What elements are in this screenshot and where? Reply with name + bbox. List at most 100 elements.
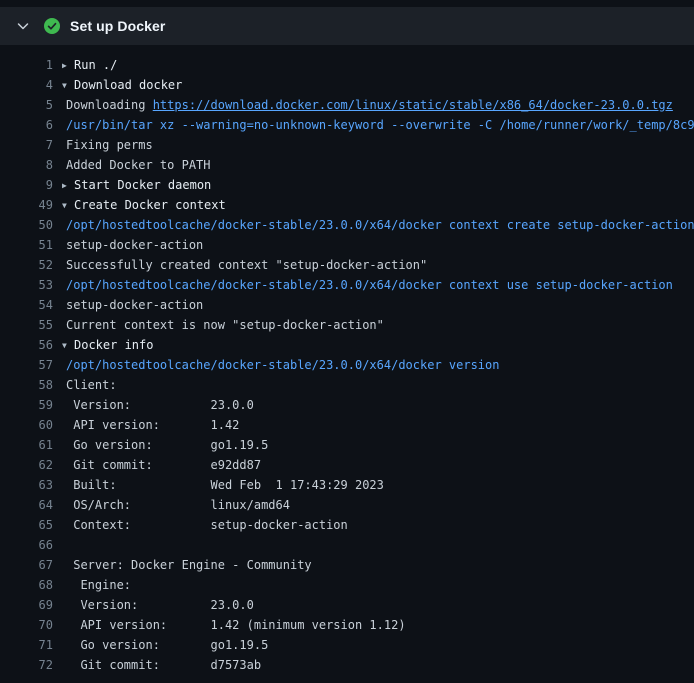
log-line: 52 Successfully created context "setup-do…: [0, 255, 694, 275]
log-line: 66: [0, 535, 694, 555]
line-number[interactable]: 67: [0, 555, 53, 575]
log-command-text: /opt/hostedtoolcache/docker-stable/23.0.…: [66, 215, 694, 235]
log-text: Version: 23.0.0: [66, 595, 254, 615]
log-line: 6/usr/bin/tar xz --warning=no-unknown-ke…: [0, 115, 694, 135]
group-title-text: Start Docker daemon: [74, 178, 211, 192]
log-line: 60 API version: 1.42: [0, 415, 694, 435]
line-number[interactable]: 55: [0, 315, 53, 335]
log-text: Successfully created context "setup-dock…: [66, 255, 427, 275]
log-text: API version: 1.42: [66, 415, 239, 435]
log-line: 63 Built: Wed Feb 1 17:43:29 2023: [0, 475, 694, 495]
step-header[interactable]: Set up Docker: [0, 7, 694, 45]
group-title-text: Docker info: [74, 338, 153, 352]
log-text: Fixing perms: [66, 135, 153, 155]
triangle-down-icon: ▼: [62, 76, 74, 96]
line-number[interactable]: 9: [0, 175, 53, 195]
log-command-text: /usr/bin/tar xz --warning=no-unknown-key…: [66, 115, 694, 135]
chevron-down-icon[interactable]: [12, 15, 34, 37]
line-number[interactable]: 63: [0, 475, 53, 495]
line-number[interactable]: 58: [0, 375, 53, 395]
triangle-down-icon: ▼: [62, 336, 74, 356]
log-line: 57/opt/hostedtoolcache/docker-stable/23.…: [0, 355, 694, 375]
triangle-down-icon: ▼: [62, 196, 74, 216]
log-text: setup-docker-action: [66, 295, 203, 315]
log-text: Go version: go1.19.5: [66, 635, 268, 655]
line-number[interactable]: 69: [0, 595, 53, 615]
line-number[interactable]: 68: [0, 575, 53, 595]
line-number[interactable]: 5: [0, 95, 53, 115]
line-number[interactable]: 51: [0, 235, 53, 255]
line-number[interactable]: 1: [0, 55, 53, 75]
log-group-row[interactable]: 1 ▶Run ./: [0, 55, 694, 75]
log-group-row[interactable]: 49 ▼Create Docker context: [0, 195, 694, 215]
log-line: 5 Downloading https://download.docker.com…: [0, 95, 694, 115]
line-number[interactable]: 62: [0, 455, 53, 475]
log-line: 7 Fixing perms: [0, 135, 694, 155]
group-title: ▶Start Docker daemon: [62, 175, 211, 195]
log-line: 64 OS/Arch: linux/amd64: [0, 495, 694, 515]
log-group-row[interactable]: 4 ▼Download docker: [0, 75, 694, 95]
log-command-text: /opt/hostedtoolcache/docker-stable/23.0.…: [66, 355, 499, 375]
log-line: 68 Engine:: [0, 575, 694, 595]
log-line: 54 setup-docker-action: [0, 295, 694, 315]
log-text: Current context is now "setup-docker-act…: [66, 315, 384, 335]
line-number[interactable]: 52: [0, 255, 53, 275]
log-line: 51 setup-docker-action: [0, 235, 694, 255]
log-text: Engine:: [66, 575, 131, 595]
log-line: 65 Context: setup-docker-action: [0, 515, 694, 535]
line-number[interactable]: 56: [0, 335, 53, 355]
line-number[interactable]: 72: [0, 655, 53, 675]
line-number[interactable]: 66: [0, 535, 53, 555]
group-title-text: Run ./: [74, 58, 117, 72]
log-group-row[interactable]: 9 ▶Start Docker daemon: [0, 175, 694, 195]
log-lines[interactable]: 1▶Run ./4▼Download docker5Downloading ht…: [0, 45, 694, 675]
log-text: Version: 23.0.0: [66, 395, 254, 415]
log-text: Go version: go1.19.5: [66, 435, 268, 455]
line-number[interactable]: 8: [0, 155, 53, 175]
line-number[interactable]: 50: [0, 215, 53, 235]
success-check-icon: [44, 18, 60, 34]
log-line: 72 Git commit: d7573ab: [0, 655, 694, 675]
log-line: 8 Added Docker to PATH: [0, 155, 694, 175]
step-title: Set up Docker: [70, 18, 165, 34]
log-text-segment: Downloading: [66, 98, 153, 112]
line-number[interactable]: 59: [0, 395, 53, 415]
triangle-right-icon: ▶: [62, 176, 74, 196]
log-text: Client:: [66, 375, 117, 395]
group-title-text: Create Docker context: [74, 198, 226, 212]
log-group-row[interactable]: 56 ▼Docker info: [0, 335, 694, 355]
log-text: Git commit: e92dd87: [66, 455, 261, 475]
log-text: Downloading https://download.docker.com/…: [66, 95, 673, 115]
line-number[interactable]: 54: [0, 295, 53, 315]
log-text: Server: Docker Engine - Community: [66, 555, 312, 575]
log-line: 55 Current context is now "setup-docker-a…: [0, 315, 694, 335]
line-number[interactable]: 53: [0, 275, 53, 295]
line-number[interactable]: 65: [0, 515, 53, 535]
line-number[interactable]: 64: [0, 495, 53, 515]
line-number[interactable]: 60: [0, 415, 53, 435]
log-command-text: /opt/hostedtoolcache/docker-stable/23.0.…: [66, 275, 673, 295]
line-number[interactable]: 7: [0, 135, 53, 155]
line-number[interactable]: 61: [0, 435, 53, 455]
log-line: 62 Git commit: e92dd87: [0, 455, 694, 475]
log-text: Git commit: d7573ab: [66, 655, 261, 675]
line-number[interactable]: 49: [0, 195, 53, 215]
line-number[interactable]: 6: [0, 115, 53, 135]
log-url-link[interactable]: https://download.docker.com/linux/static…: [153, 98, 673, 112]
log-line: 58 Client:: [0, 375, 694, 395]
group-title: ▶Run ./: [62, 55, 117, 75]
group-title: ▼Create Docker context: [62, 195, 226, 215]
log-text: setup-docker-action: [66, 235, 203, 255]
log-text: Built: Wed Feb 1 17:43:29 2023: [66, 475, 384, 495]
line-number[interactable]: 71: [0, 635, 53, 655]
group-title: ▼Download docker: [62, 75, 182, 95]
line-number[interactable]: 4: [0, 75, 53, 95]
log-line: 61 Go version: go1.19.5: [0, 435, 694, 455]
line-number[interactable]: 57: [0, 355, 53, 375]
log-line: 53/opt/hostedtoolcache/docker-stable/23.…: [0, 275, 694, 295]
log-line: 69 Version: 23.0.0: [0, 595, 694, 615]
group-title: ▼Docker info: [62, 335, 153, 355]
log-text: Added Docker to PATH: [66, 155, 211, 175]
line-number[interactable]: 70: [0, 615, 53, 635]
log-text: API version: 1.42 (minimum version 1.12): [66, 615, 406, 635]
